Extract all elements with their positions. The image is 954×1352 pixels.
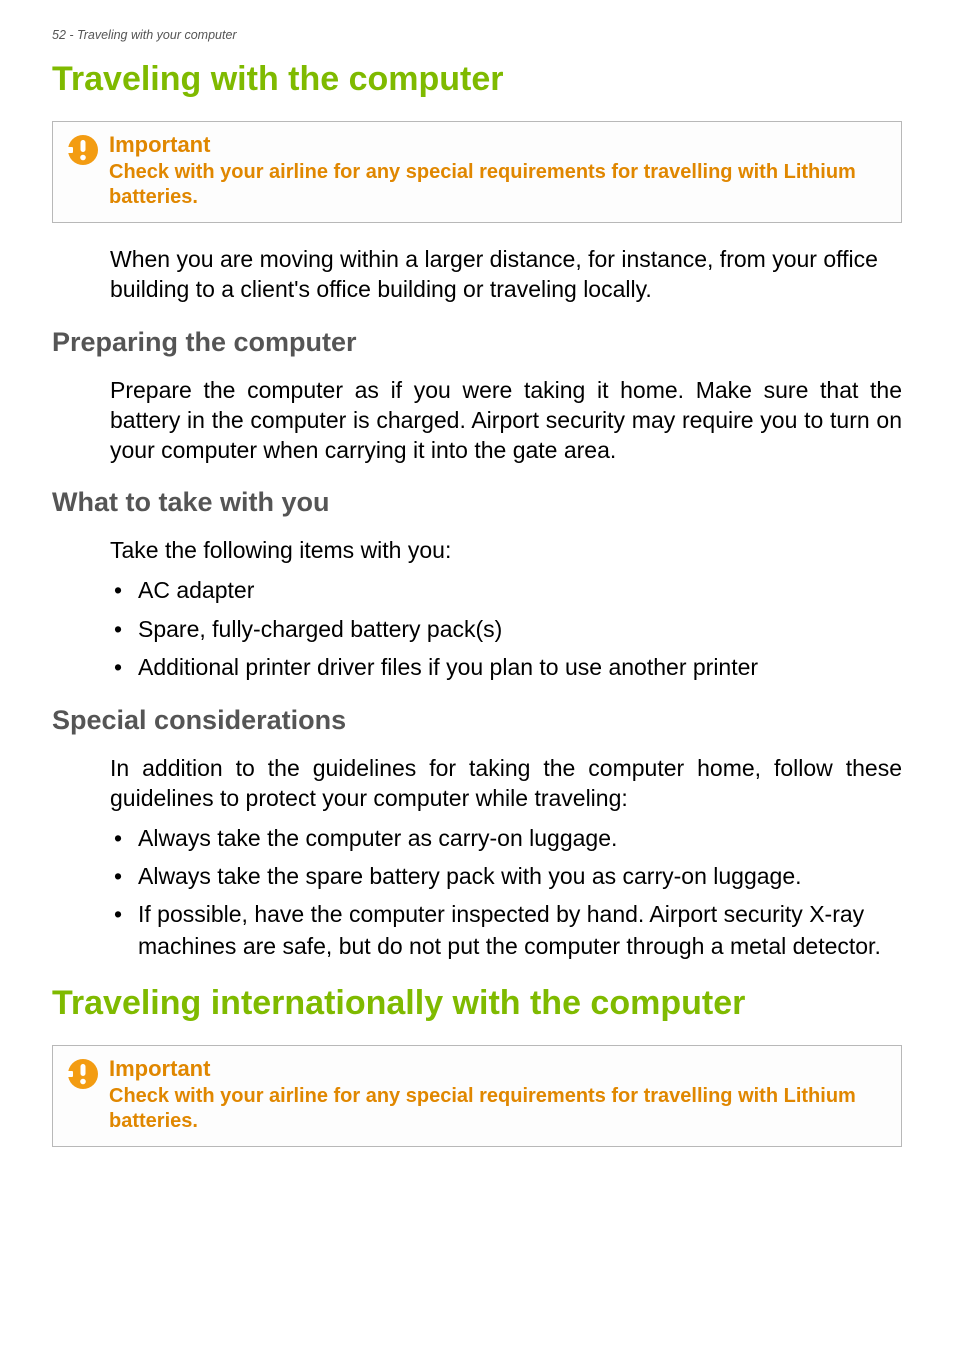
callout-title: Important [109,1056,887,1082]
preparing-body: Prepare the computer as if you were taki… [52,376,902,466]
list-item: Spare, fully-charged battery pack(s) [110,613,902,645]
important-icon [67,134,99,166]
subheading-what-to-take: What to take with you [52,487,902,518]
section-intro: When you are moving within a larger dist… [52,245,902,305]
what-to-take-lead: Take the following items with you: [52,536,902,566]
special-considerations-list: Always take the computer as carry-on lug… [52,822,902,963]
callout-title: Important [109,132,887,158]
callout-important-1: Important Check with your airline for an… [52,121,902,223]
list-item: Always take the computer as carry-on lug… [110,822,902,854]
callout-body: Check with your airline for any special … [109,160,887,210]
list-item: Additional printer driver files if you p… [110,651,902,683]
callout-body: Check with your airline for any special … [109,1084,887,1134]
callout-important-2: Important Check with your airline for an… [52,1045,902,1147]
list-item: Always take the spare battery pack with … [110,860,902,892]
subheading-preparing: Preparing the computer [52,327,902,358]
subheading-special-considerations: Special considerations [52,705,902,736]
what-to-take-list: AC adapter Spare, fully-charged battery … [52,574,902,683]
list-item: If possible, have the computer inspected… [110,898,902,962]
section-title-international: Traveling internationally with the compu… [52,984,902,1023]
page-header: 52 - Traveling with your computer [52,28,902,42]
important-icon [67,1058,99,1090]
section-title-traveling: Traveling with the computer [52,60,902,99]
special-considerations-lead: In addition to the guidelines for taking… [52,754,902,814]
list-item: AC adapter [110,574,902,606]
